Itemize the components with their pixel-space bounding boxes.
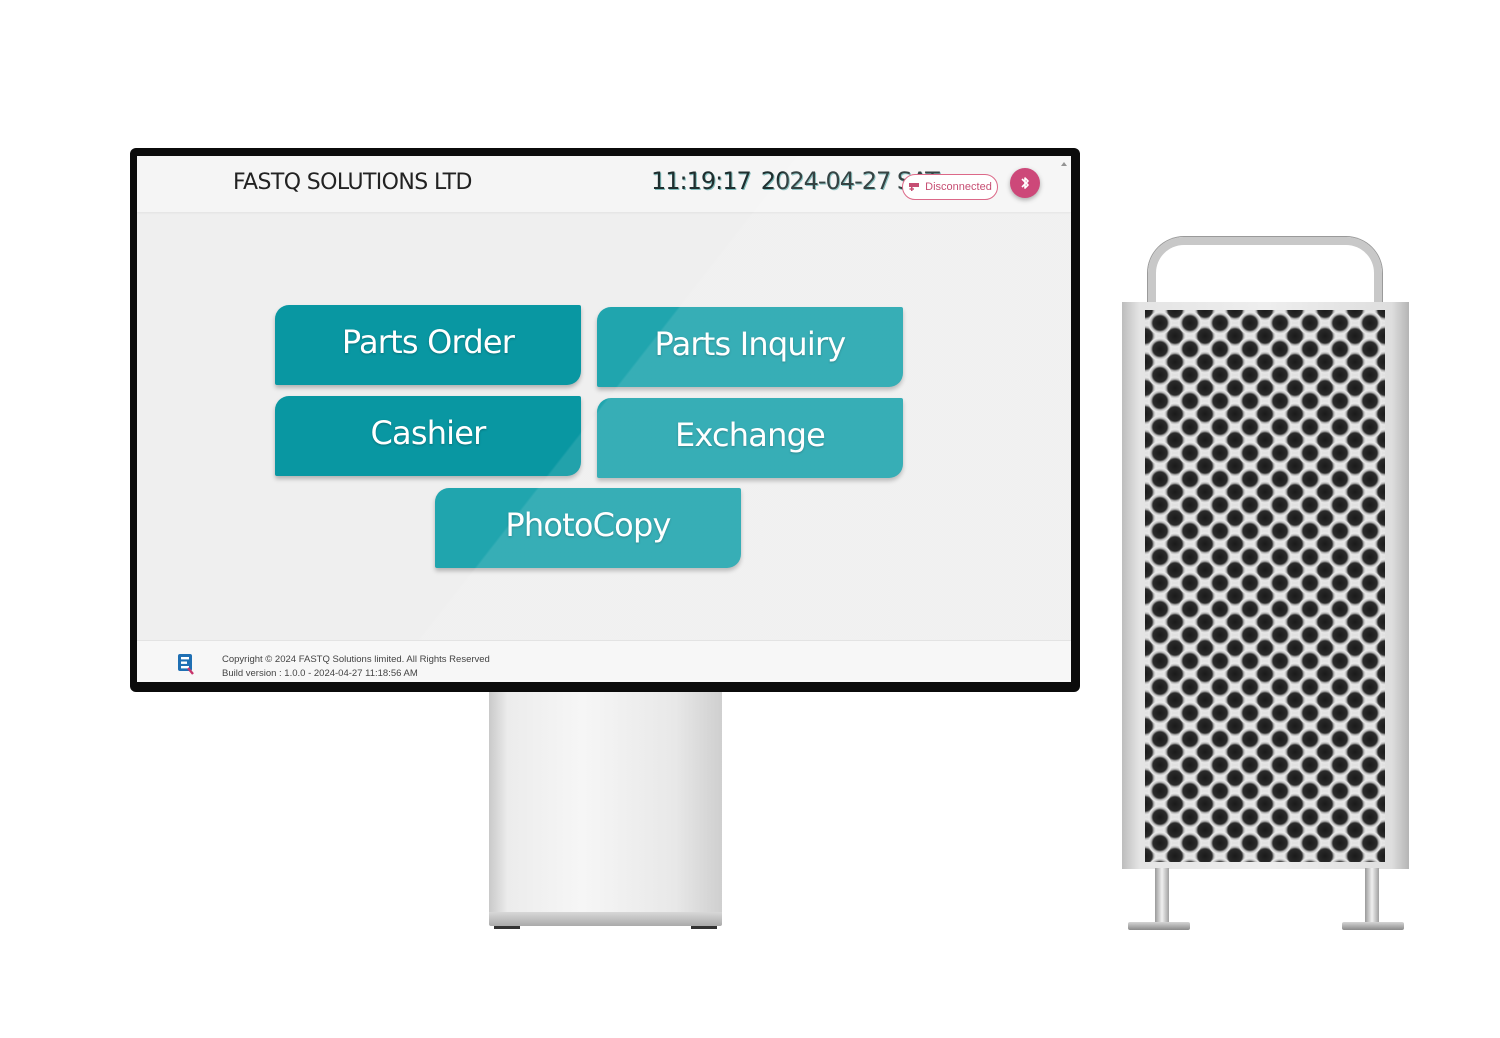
bluetooth-button[interactable] [1010,168,1040,198]
monitor-stand-base [489,912,722,926]
parts-inquiry-button[interactable]: Parts Inquiry [597,307,903,387]
app-header: FASTQ SOLUTIONS LTD 11:19:17 2024-04-27 S… [137,156,1071,212]
copyright-text: Copyright © 2024 FASTQ Solutions limited… [222,654,490,665]
monitor-stand [489,692,722,914]
printer-icon [909,183,920,191]
stand-foot-right [691,926,717,929]
tower-leg-left [1155,868,1169,924]
tower-leg-right [1365,868,1379,924]
app-footer: Copyright © 2024 FASTQ Solutions limited… [137,640,1071,682]
fastq-logo-icon [178,654,194,675]
parts-order-button[interactable]: Parts Order [275,305,581,385]
clock: 11:19:17 2024-04-27 SAT [651,167,940,195]
connection-status-badge[interactable]: Disconnected [902,174,998,200]
footer-text: Copyright © 2024 FASTQ Solutions limited… [222,653,490,681]
cashier-button[interactable]: Cashier [275,396,581,476]
scroll-up-icon[interactable] [1061,162,1067,166]
tower-foot-right [1342,922,1404,930]
tower-foot-left [1128,922,1190,930]
company-name: FASTQ SOLUTIONS LTD [233,170,472,195]
exchange-button[interactable]: Exchange [597,398,903,478]
stand-foot-left [494,926,520,929]
bluetooth-icon [1021,177,1029,189]
app-screen: FASTQ SOLUTIONS LTD 11:19:17 2024-04-27 S… [137,156,1071,682]
build-version-text: Build version : 1.0.0 - 2024-04-27 11:18… [222,668,418,679]
photocopy-button[interactable]: PhotoCopy [435,488,741,568]
connection-status-label: Disconnected [925,181,992,193]
tower-grille [1145,310,1385,862]
clock-time: 11:19:17 [651,167,752,195]
